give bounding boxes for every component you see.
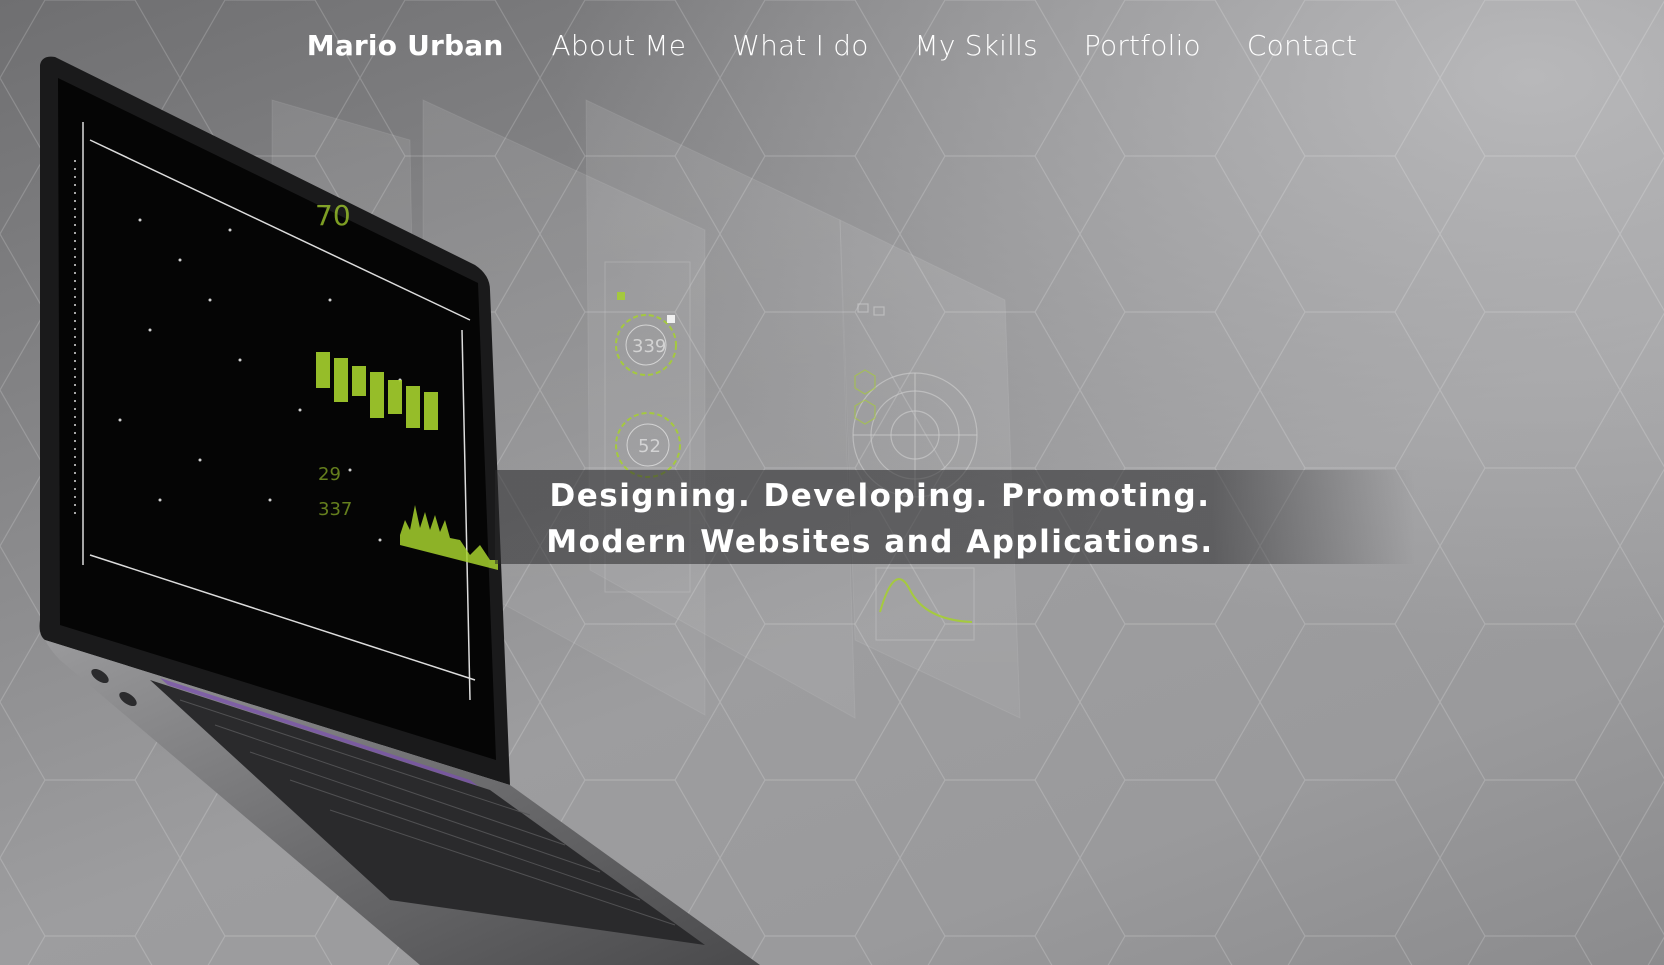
nav-item-about-me[interactable]: About Me	[552, 29, 687, 62]
main-navigation: Mario Urban About Me What I do My Skills…	[0, 22, 1664, 68]
screen-readout-337: 337	[318, 499, 352, 520]
hero-tagline: Designing. Developing. Promoting. Modern…	[495, 470, 1415, 564]
nav-item-what-i-do[interactable]: What I do	[732, 29, 868, 62]
screen-readout-70: 70	[315, 199, 351, 232]
brand-link[interactable]: Mario Urban	[307, 29, 504, 62]
nav-item-portfolio[interactable]: Portfolio	[1084, 29, 1201, 62]
tagline-line-1: Designing. Developing. Promoting.	[549, 478, 1211, 514]
nav-item-my-skills[interactable]: My Skills	[915, 29, 1038, 62]
gauge-readout-2: 52	[638, 436, 661, 457]
screen-readout-29: 29	[318, 464, 341, 485]
hero-section: 339 52 70 29 337 Mario Urban About Me Wh…	[0, 0, 1664, 965]
tagline-line-2: Modern Websites and Applications.	[546, 524, 1214, 560]
nav-item-contact[interactable]: Contact	[1247, 29, 1357, 62]
floating-panel-4	[839, 219, 1021, 719]
gauge-readout-1: 339	[632, 336, 666, 357]
